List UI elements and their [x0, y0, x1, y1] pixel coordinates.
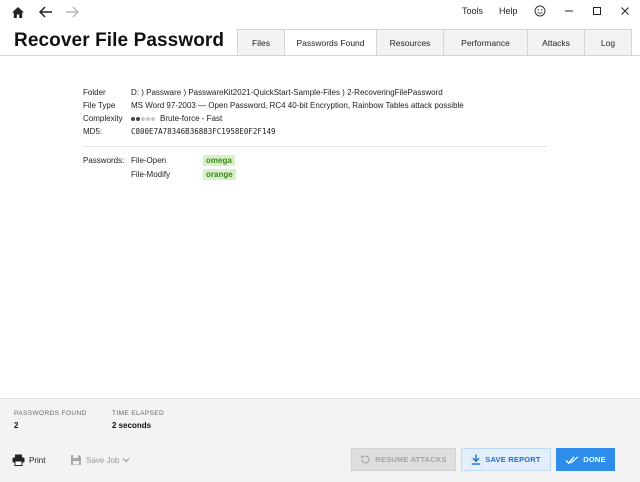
complexity-dot	[131, 116, 135, 121]
tab-attacks[interactable]: Attacks	[527, 29, 585, 56]
chevron-down-icon	[122, 457, 130, 463]
minimize-icon[interactable]	[560, 3, 578, 19]
password-type: File-Modify	[131, 169, 171, 179]
tools-menu[interactable]: Tools	[462, 6, 483, 16]
password-row: Passwords: File-Open omega	[83, 153, 236, 167]
complexity-dot	[141, 116, 145, 121]
save-job-button[interactable]: Save Job	[70, 454, 130, 466]
tab-log[interactable]: Log	[584, 29, 632, 56]
folder-value: D: ) Passware ) PasswareKit2021-QuickSta…	[131, 88, 443, 97]
section-divider	[83, 146, 547, 147]
resume-icon	[360, 454, 371, 465]
download-icon	[471, 454, 481, 465]
complexity-dot	[146, 116, 150, 121]
password-row: File-Modify orange	[83, 167, 236, 181]
tab-passwords-found[interactable]: Passwords Found	[284, 29, 377, 56]
folder-row: Folder D: ) Passware ) PasswareKit2021-Q…	[83, 86, 464, 99]
footer-panel: PASSWORDS FOUND 2 TIME ELAPSED 2 seconds…	[0, 398, 640, 482]
resume-attacks-label: RESUME ATTACKS	[375, 455, 447, 464]
password-type: File-Open	[131, 155, 167, 165]
md5-value: C800E7A78346B36883FC1958E0F2F149	[131, 127, 276, 136]
print-button[interactable]: Print	[12, 454, 45, 466]
password-value[interactable]: omega	[203, 154, 235, 166]
file-type-value: MS Word 97-2003 — Open Password, RC4 40-…	[131, 101, 464, 110]
home-icon[interactable]	[8, 3, 28, 21]
complexity-row: Complexity Brute-force - Fast	[83, 112, 464, 125]
double-check-icon	[565, 455, 579, 465]
save-job-label: Save Job	[86, 455, 120, 465]
passwords-list: Passwords: File-Open omega File-Modify o…	[83, 153, 236, 181]
done-label: DONE	[583, 455, 606, 464]
file-info: Folder D: ) Passware ) PasswareKit2021-Q…	[83, 86, 464, 138]
passwords-found-value: 2	[14, 421, 19, 430]
print-label: Print	[29, 455, 46, 465]
tab-bar: Files Passwords Found Resources Performa…	[237, 29, 632, 56]
save-report-label: SAVE REPORT	[485, 455, 541, 464]
maximize-icon[interactable]	[588, 3, 606, 19]
tab-performance[interactable]: Performance	[443, 29, 528, 56]
complexity-dot	[151, 116, 155, 121]
floppy-disk-icon	[70, 454, 82, 466]
resume-attacks-button[interactable]: RESUME ATTACKS	[351, 448, 456, 471]
passwords-found-stat: PASSWORDS FOUND 2	[14, 410, 87, 430]
md5-label: MD5:	[83, 127, 103, 136]
forward-arrow-icon[interactable]	[62, 3, 82, 21]
passwords-found-label: PASSWORDS FOUND	[14, 410, 87, 417]
file-type-label: File Type	[83, 101, 116, 110]
folder-label: Folder	[83, 88, 106, 97]
md5-row: MD5: C800E7A78346B36883FC1958E0F2F149	[83, 125, 464, 138]
file-type-row: File Type MS Word 97-2003 — Open Passwor…	[83, 99, 464, 112]
passwords-label: Passwords:	[83, 155, 125, 165]
time-elapsed-label: TIME ELAPSED	[112, 410, 165, 417]
tab-files[interactable]: Files	[237, 29, 285, 56]
smiley-icon[interactable]	[531, 3, 549, 19]
save-report-button[interactable]: SAVE REPORT	[461, 448, 551, 471]
complexity-rating-dots	[131, 116, 156, 121]
password-value[interactable]: orange	[203, 168, 236, 180]
close-icon[interactable]	[616, 3, 634, 19]
complexity-dot	[136, 116, 140, 121]
complexity-value: Brute-force - Fast	[160, 114, 223, 123]
complexity-label: Complexity	[83, 114, 123, 123]
time-elapsed-stat: TIME ELAPSED 2 seconds	[112, 410, 164, 430]
tab-resources[interactable]: Resources	[376, 29, 444, 56]
title-bar: Tools Help	[0, 0, 640, 26]
printer-icon	[12, 454, 25, 466]
header-divider	[0, 55, 640, 56]
page-title: Recover File Password	[14, 30, 225, 51]
back-arrow-icon[interactable]	[36, 3, 56, 21]
time-elapsed-value: 2 seconds	[112, 421, 152, 430]
help-menu[interactable]: Help	[499, 6, 518, 16]
done-button[interactable]: DONE	[556, 448, 615, 471]
